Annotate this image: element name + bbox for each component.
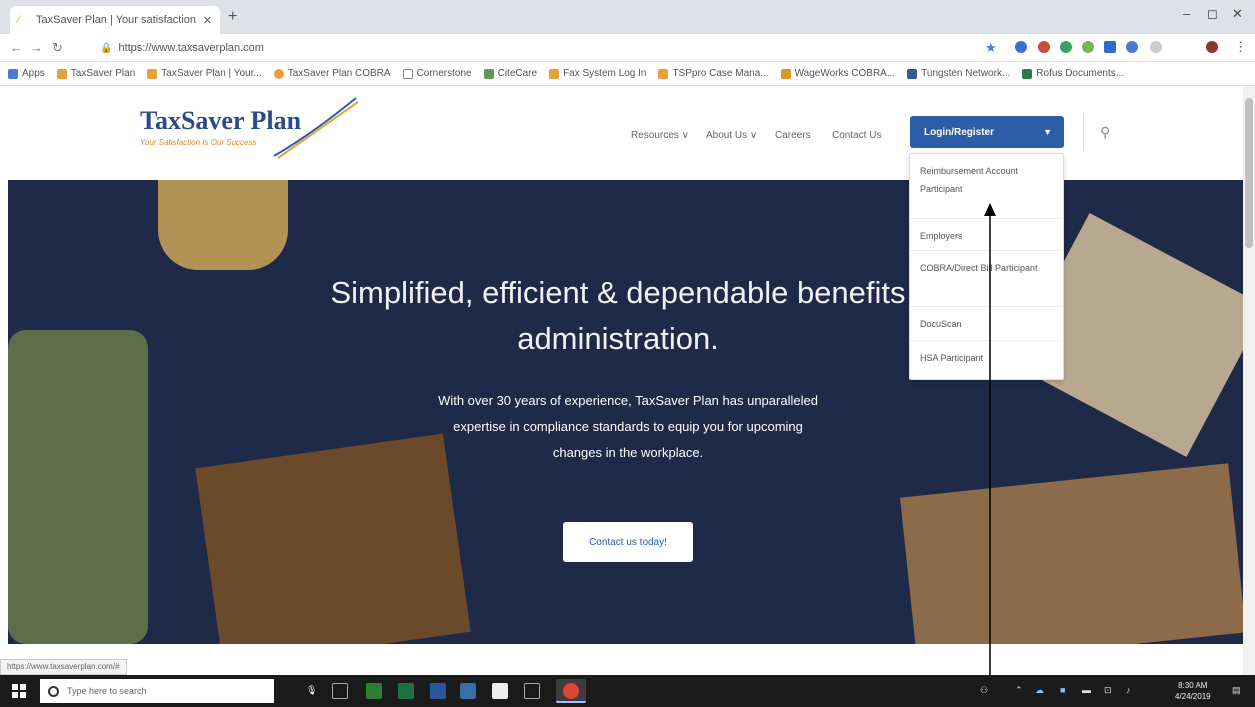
bookmarks-bar: Apps TaxSaver Plan TaxSaver Plan | Your.… <box>0 62 1255 86</box>
nav-contact-us[interactable]: Contact Us <box>832 130 881 141</box>
forward-icon[interactable]: → <box>30 40 43 55</box>
microphone-icon[interactable]: 🎙 <box>306 685 317 696</box>
login-dropdown-menu: Reimbursement Account Participant Employ… <box>909 153 1064 380</box>
hero-decor-speaker <box>8 330 148 644</box>
close-window-icon[interactable]: ✕ <box>1232 6 1243 22</box>
new-tab-icon[interactable]: + <box>228 8 237 26</box>
lock-icon: 🔒 <box>100 42 113 54</box>
menu-item-cobra[interactable]: COBRA/Direct Bill Participant <box>910 251 1063 307</box>
page-below-hero <box>0 644 1243 659</box>
browser-toolbar: ← → ↻ 🔒 https://www.taxsaverplan.com ★ ⋮ <box>0 34 1255 62</box>
tray-app-icon[interactable]: ■ <box>1060 685 1065 695</box>
menu-item-docuscan[interactable]: DocuScan <box>910 307 1063 341</box>
hero-decor-cup <box>158 180 288 270</box>
apps-icon <box>8 68 18 79</box>
browser-tab[interactable]: ⁄ TaxSaver Plan | Your satisfaction ✕ <box>10 6 220 34</box>
nav-careers[interactable]: Careers <box>775 130 811 141</box>
chrome-icon <box>563 683 579 699</box>
bookmark-item[interactable]: Fax System Log In <box>549 68 646 79</box>
bookmark-favicon-icon <box>907 68 918 79</box>
maximize-icon[interactable]: ◻ <box>1207 6 1218 22</box>
login-register-button[interactable]: Login/Register ▼ <box>910 116 1064 148</box>
bookmark-item[interactable]: Cornerstone <box>402 68 472 79</box>
page-icon <box>402 68 413 79</box>
windows-start-icon[interactable] <box>12 684 26 698</box>
bookmark-favicon-icon <box>483 68 494 79</box>
address-url: https://www.taxsaverplan.com <box>118 42 264 54</box>
bookmark-item[interactable]: TSPpro Case Mana... <box>658 68 769 79</box>
bookmark-favicon-icon <box>147 68 158 79</box>
bookmark-favicon-icon <box>549 68 560 79</box>
taskbar-clock[interactable]: 8:30 AM 4/24/2019 <box>1175 680 1211 702</box>
minimize-icon[interactable]: – <box>1183 6 1190 21</box>
file-explorer-icon[interactable] <box>524 683 540 699</box>
battery-icon[interactable]: ▬ <box>1082 685 1091 695</box>
menu-item-hsa[interactable]: HSA Participant <box>910 341 1063 379</box>
page-scrollbar[interactable] <box>1243 86 1255 675</box>
bookmark-star-icon[interactable]: ★ <box>985 40 997 56</box>
bookmark-item[interactable]: Rofus Documents... <box>1022 68 1124 79</box>
extension-icon[interactable] <box>1015 41 1027 53</box>
bookmark-item[interactable]: Tungsten Network... <box>907 68 1010 79</box>
cortana-icon <box>48 685 59 697</box>
search-icon[interactable]: ⚲ <box>1100 124 1110 141</box>
hero-headline: Simplified, efficient & dependable benef… <box>330 275 906 356</box>
menu-item-reimbursement[interactable]: Reimbursement Account Participant <box>910 154 1063 219</box>
task-view-icon[interactable] <box>332 683 348 699</box>
word-icon[interactable] <box>430 683 446 699</box>
screen: ⁄ TaxSaver Plan | Your satisfaction ✕ + … <box>0 0 1255 707</box>
status-bar-url: https://www.taxsaverplan.com/# <box>0 659 127 675</box>
extension-icon[interactable] <box>1038 41 1050 53</box>
logo-swoosh-icon <box>273 97 359 159</box>
bookmark-favicon-icon <box>658 68 669 79</box>
network-icon[interactable]: ⊡ <box>1104 685 1112 696</box>
hero-decor-envelope <box>900 463 1243 644</box>
bookmark-favicon-icon <box>273 68 284 79</box>
bookmark-item[interactable]: TaxSaver Plan COBRA <box>273 68 391 79</box>
taskbar-app-icon[interactable] <box>460 683 476 699</box>
nav-resources[interactable]: Resources ∨ <box>631 130 689 141</box>
tab-title: TaxSaver Plan | Your satisfaction <box>36 14 197 26</box>
tray-chevron-icon[interactable]: ⌃ <box>1015 685 1023 696</box>
bookmark-favicon-icon <box>1022 68 1033 79</box>
volume-icon[interactable]: ♪ <box>1126 685 1131 695</box>
browser-tab-strip: ⁄ TaxSaver Plan | Your satisfaction ✕ + … <box>0 0 1255 34</box>
chevron-down-icon: ▼ <box>1043 127 1052 137</box>
bookmark-favicon-icon <box>780 68 791 79</box>
back-icon[interactable]: ← <box>10 40 23 55</box>
extension-icon[interactable] <box>1060 41 1072 53</box>
people-icon[interactable]: ⚇ <box>980 685 988 696</box>
hero-subtext: With over 30 years of experience, TaxSav… <box>438 393 818 460</box>
taskbar-app-icon[interactable] <box>366 683 382 699</box>
nav-about-us[interactable]: About Us ∨ <box>706 130 757 141</box>
bookmark-item[interactable]: TaxSaver Plan <box>56 68 135 79</box>
close-tab-icon[interactable]: ✕ <box>203 14 212 27</box>
address-bar[interactable]: 🔒 https://www.taxsaverplan.com <box>100 38 980 58</box>
extension-icon[interactable] <box>1104 41 1116 53</box>
extension-icon[interactable] <box>1082 41 1094 53</box>
notifications-icon[interactable]: ▤ <box>1232 685 1241 696</box>
login-register-label: Login/Register <box>924 126 995 138</box>
extension-icon[interactable] <box>1150 41 1162 53</box>
taskbar-search-input[interactable]: Type here to search <box>40 679 274 703</box>
bookmark-favicon-icon <box>56 68 67 79</box>
onedrive-icon[interactable]: ☁ <box>1035 685 1044 696</box>
bookmark-item[interactable]: WageWorks COBRA... <box>780 68 895 79</box>
windows-taskbar: Type here to search 🎙 ⚇ ⌃ ☁ ■ ▬ ⊡ ♪ 8:30… <box>0 675 1255 707</box>
profile-avatar[interactable] <box>1206 41 1218 53</box>
store-icon[interactable] <box>492 683 508 699</box>
scrollbar-thumb[interactable] <box>1245 98 1253 248</box>
header-divider <box>1083 114 1084 150</box>
reload-icon[interactable]: ↻ <box>52 40 63 56</box>
bookmark-item[interactable]: TaxSaver Plan | Your... <box>147 68 262 79</box>
site-favicon-icon: ⁄ <box>18 14 20 26</box>
excel-icon[interactable] <box>398 683 414 699</box>
bookmark-item[interactable]: Apps <box>8 68 45 79</box>
menu-item-employers[interactable]: Employers <box>910 219 1063 251</box>
extension-icon[interactable] <box>1126 41 1138 53</box>
contact-us-button[interactable]: Contact us today! <box>563 522 693 562</box>
browser-menu-icon[interactable]: ⋮ <box>1234 39 1247 55</box>
bookmark-item[interactable]: CiteCare <box>483 68 537 79</box>
